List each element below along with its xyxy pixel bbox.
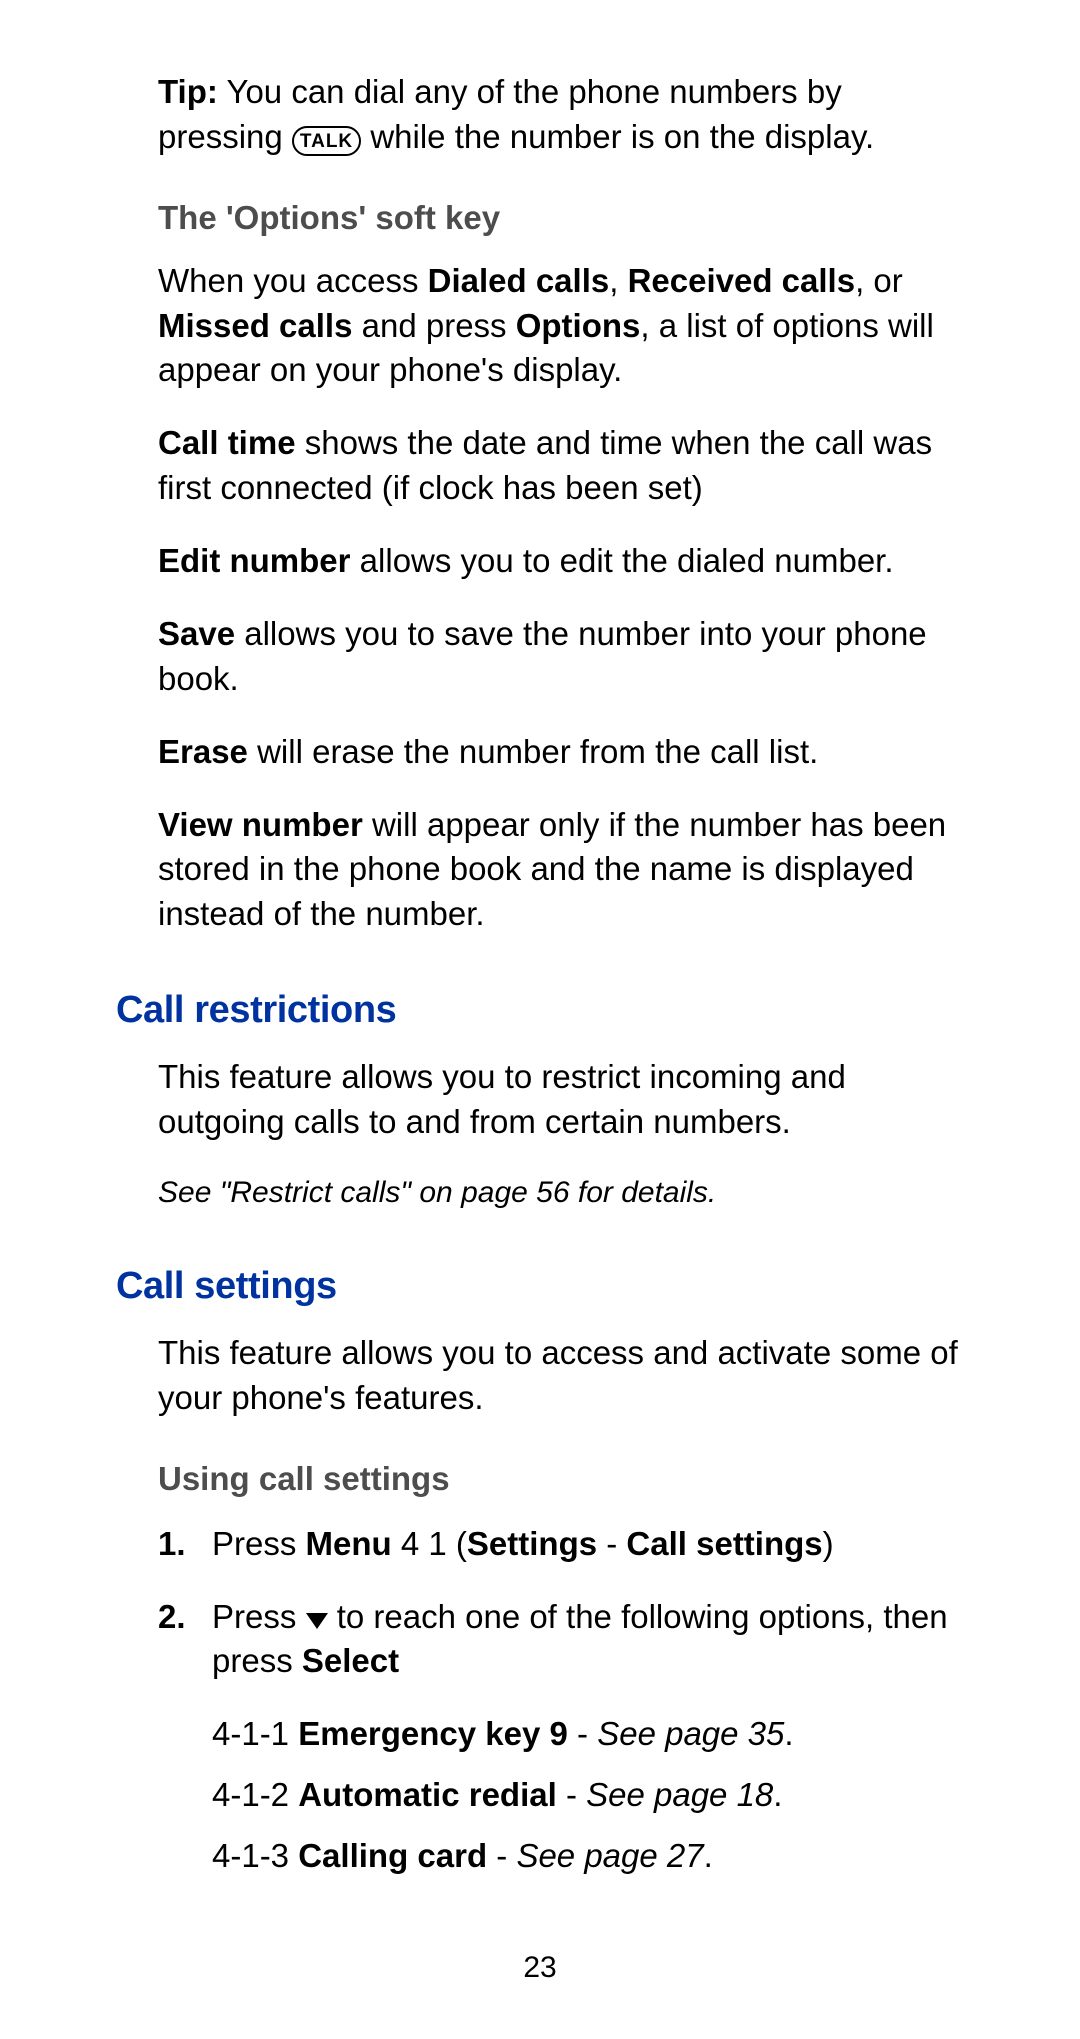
- option-edit-number: Edit number allows you to edit the diale…: [158, 539, 966, 584]
- call-restrictions-heading: Call restrictions: [116, 985, 966, 1037]
- using-call-settings-steps: 1. Press Menu 4 1 (Settings - Call setti…: [158, 1522, 966, 1685]
- options-softkey-section: The 'Options' soft key When you access D…: [114, 196, 966, 937]
- step-2: 2. Press to reach one of the following o…: [158, 1595, 966, 1685]
- option-call-time: Call time shows the date and time when t…: [158, 421, 966, 511]
- call-settings-body: This feature allows you to access and ac…: [158, 1331, 966, 1421]
- call-restrictions-body: This feature allows you to restrict inco…: [158, 1055, 966, 1145]
- manual-page: Tip: You can dial any of the phone numbe…: [0, 0, 1080, 2039]
- call-settings-section: Call settings This feature allows you to…: [114, 1261, 966, 1879]
- step-1: 1. Press Menu 4 1 (Settings - Call setti…: [158, 1522, 966, 1567]
- menu-item-emergency-key: 4-1-1 Emergency key 9 - See page 35.: [212, 1712, 966, 1757]
- option-erase: Erase will erase the number from the cal…: [158, 730, 966, 775]
- option-view-number: View number will appear only if the numb…: [158, 803, 966, 938]
- using-call-settings-heading: Using call settings: [158, 1457, 966, 1502]
- page-number: 23: [0, 1948, 1080, 1989]
- tip-block: Tip: You can dial any of the phone numbe…: [114, 70, 966, 160]
- tip-text-after: while the number is on the display.: [370, 118, 874, 155]
- call-restrictions-section: Call restrictions This feature allows yo…: [114, 985, 966, 1213]
- call-settings-menu-items: 4-1-1 Emergency key 9 - See page 35. 4-1…: [158, 1712, 966, 1879]
- options-intro: When you access Dialed calls, Received c…: [158, 259, 966, 394]
- down-arrow-icon: [306, 1613, 328, 1629]
- option-save: Save allows you to save the number into …: [158, 612, 966, 702]
- talk-key-icon: TALK: [292, 126, 361, 156]
- options-softkey-heading: The 'Options' soft key: [158, 196, 966, 241]
- menu-item-automatic-redial: 4-1-2 Automatic redial - See page 18.: [212, 1773, 966, 1818]
- tip-paragraph: Tip: You can dial any of the phone numbe…: [158, 70, 966, 160]
- tip-label: Tip:: [158, 73, 218, 110]
- menu-item-calling-card: 4-1-3 Calling card - See page 27.: [212, 1834, 966, 1879]
- call-settings-heading: Call settings: [116, 1261, 966, 1313]
- call-restrictions-ref: See "Restrict calls" on page 56 for deta…: [158, 1173, 966, 1214]
